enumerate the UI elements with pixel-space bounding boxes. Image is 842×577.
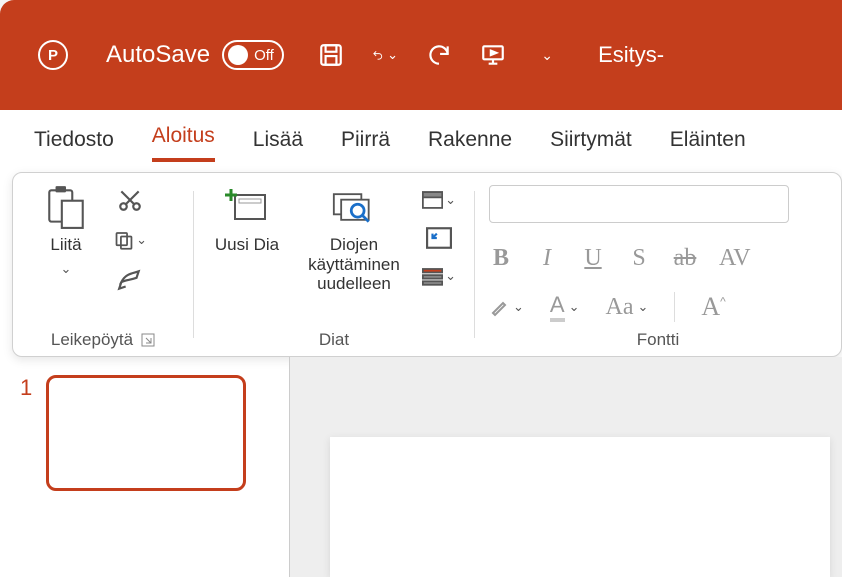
ribbon: Liitä ⌄ ⌄ (12, 172, 842, 357)
chevron-down-icon[interactable]: ⌄ (569, 299, 580, 315)
autosave-label: AutoSave (106, 41, 210, 69)
new-slide-icon (225, 185, 269, 229)
highlight-button[interactable]: ⌄ (489, 297, 524, 317)
group-slides: Uusi Dia Diojen käyttäminen uudelleen ⌄ (194, 173, 474, 356)
tab-file[interactable]: Tiedosto (34, 128, 114, 162)
reuse-slides-button[interactable]: Diojen käyttäminen uudelleen (294, 185, 414, 294)
italic-button[interactable]: I (535, 245, 559, 272)
save-icon[interactable] (318, 42, 344, 68)
chevron-down-icon[interactable]: ⌄ (637, 299, 648, 315)
quick-access-toolbar: ⌄ ⌄ (318, 42, 560, 68)
tab-transitions[interactable]: Siirtymät (550, 128, 632, 162)
ribbon-tabs: Tiedosto Aloitus Lisää Piirrä Rakenne Si… (0, 110, 842, 162)
tab-draw[interactable]: Piirrä (341, 128, 390, 162)
section-button[interactable]: ⌄ (422, 261, 456, 291)
reuse-slides-label: Diojen käyttäminen uudelleen (294, 235, 414, 294)
tab-insert[interactable]: Lisää (253, 128, 303, 162)
new-slide-button[interactable]: Uusi Dia (208, 185, 286, 255)
toggle-knob (228, 45, 248, 65)
slide-canvas-area (290, 357, 842, 577)
titlebar: P AutoSave Off ⌄ ⌄ Esitys- (0, 0, 842, 110)
group-clipboard: Liitä ⌄ ⌄ (13, 173, 193, 356)
powerpoint-icon: P (38, 40, 68, 70)
font-name-combo[interactable] (489, 185, 789, 223)
autosave-state: Off (254, 47, 274, 64)
autosave-toggle[interactable]: Off (222, 40, 284, 70)
slide-thumbnail-panel: 1 (0, 357, 290, 577)
paste-icon (44, 185, 88, 229)
document-name: Esitys- (598, 42, 664, 68)
change-case-button[interactable]: Aa ⌄ (606, 294, 649, 321)
tab-home[interactable]: Aloitus (152, 124, 215, 162)
chevron-down-icon[interactable]: ⌄ (445, 268, 456, 284)
redo-icon[interactable] (426, 42, 452, 68)
slide-thumbnail-1[interactable] (46, 375, 246, 491)
grow-font-button[interactable]: A^ (701, 292, 725, 322)
slideshow-icon[interactable] (480, 42, 506, 68)
reset-button[interactable] (422, 223, 456, 253)
format-painter-button[interactable] (113, 265, 147, 295)
slide-number: 1 (20, 375, 32, 559)
new-slide-label: Uusi Dia (215, 235, 279, 255)
reuse-slides-icon (332, 185, 376, 229)
bold-button[interactable]: B (489, 245, 513, 272)
dialog-launcher-icon[interactable] (141, 333, 155, 347)
tab-animations[interactable]: Eläinten (670, 128, 746, 162)
copy-button[interactable]: ⌄ (113, 225, 147, 255)
shadow-button[interactable]: S (627, 245, 651, 272)
strikethrough-button[interactable]: ab (673, 245, 697, 272)
chevron-down-icon[interactable]: ⌄ (61, 261, 72, 277)
undo-icon[interactable]: ⌄ (372, 42, 398, 68)
workspace: 1 (0, 357, 842, 577)
ribbon-container: Liitä ⌄ ⌄ (0, 162, 842, 357)
autosave-control: AutoSave Off (106, 40, 284, 70)
chevron-down-icon[interactable]: ⌄ (513, 299, 524, 315)
slide-canvas[interactable] (330, 437, 830, 577)
chevron-down-icon[interactable]: ⌄ (136, 232, 147, 248)
app-window: P AutoSave Off ⌄ ⌄ Esitys- (0, 0, 842, 577)
group-font-label: Fontti (637, 330, 680, 350)
customize-qat-icon[interactable]: ⌄ (534, 42, 560, 68)
group-clipboard-label: Leikepöytä (51, 330, 133, 350)
tab-design[interactable]: Rakenne (428, 128, 512, 162)
cut-button[interactable] (113, 185, 147, 215)
char-spacing-button[interactable]: AV (719, 245, 751, 272)
chevron-down-icon[interactable]: ⌄ (445, 192, 456, 208)
chevron-down-icon[interactable]: ⌄ (387, 47, 398, 63)
underline-button[interactable]: U (581, 245, 605, 272)
paste-label: Liitä (50, 235, 81, 255)
group-slides-label: Diat (319, 330, 349, 350)
font-color-button[interactable]: A ⌄ (550, 292, 580, 322)
group-font: B I U S ab AV ⌄ A ⌄ (475, 173, 841, 356)
paste-button[interactable]: Liitä ⌄ (27, 185, 105, 277)
layout-button[interactable]: ⌄ (422, 185, 456, 215)
